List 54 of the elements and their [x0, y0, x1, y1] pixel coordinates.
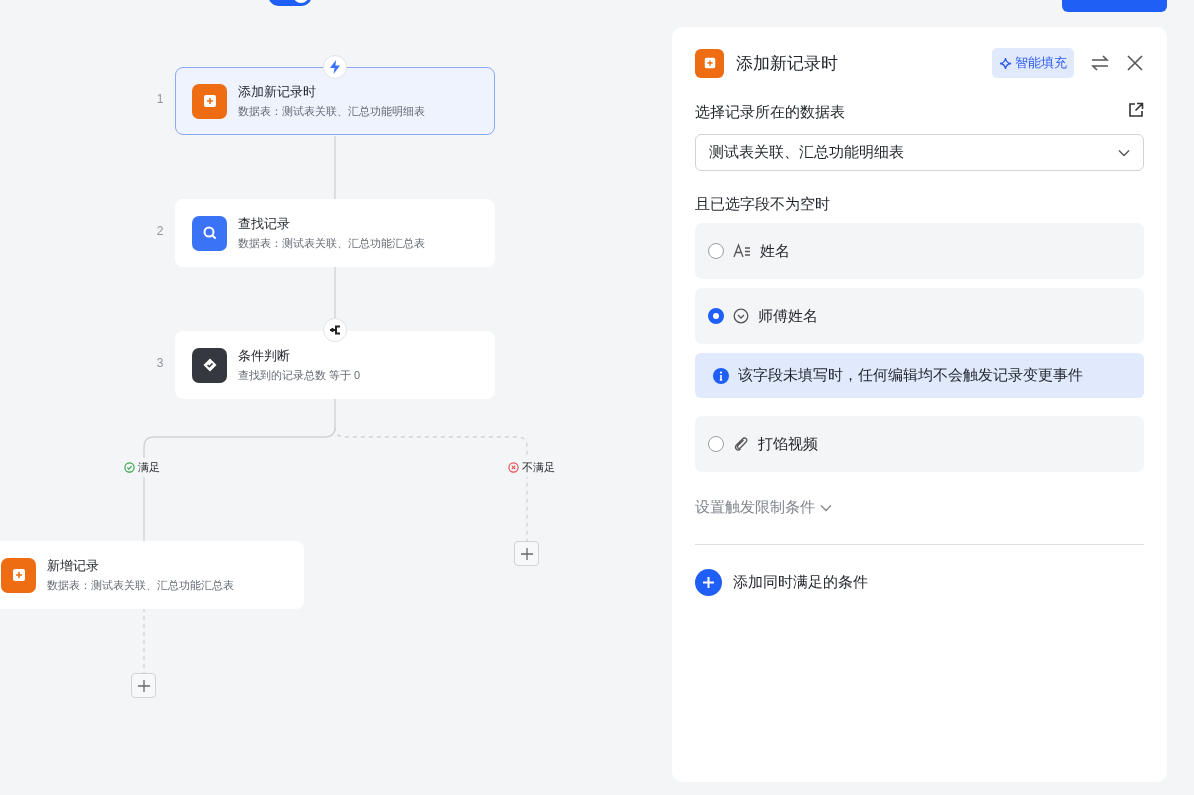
info-icon: [713, 367, 729, 384]
plus-square-icon: [695, 48, 724, 78]
close-icon[interactable]: [1126, 54, 1144, 72]
flow-node[interactable]: 新增记录 数据表：测试表关联、汇总功能汇总表: [0, 541, 304, 609]
field-option[interactable]: 姓名: [695, 223, 1144, 279]
plus-square-icon: [1, 557, 36, 593]
diamond-check-icon: [192, 347, 227, 383]
node-title: 新增记录: [47, 557, 100, 575]
radio-button[interactable]: [708, 308, 724, 324]
node-title: 添加新记录时: [238, 83, 317, 101]
panel-title: 添加新记录时: [736, 52, 839, 75]
chevron-down-icon: [820, 503, 832, 512]
step-number: 1: [155, 92, 165, 106]
radio-button[interactable]: [708, 243, 724, 259]
plus-circle-icon: [695, 569, 722, 596]
dropdown-circle-icon: [733, 308, 749, 324]
connector-icon[interactable]: [323, 318, 347, 342]
node-subtitle: 数据表：测试表关联、汇总功能汇总表: [238, 236, 425, 251]
plus-square-icon: [192, 83, 227, 119]
trigger-limit-toggle[interactable]: 设置触发限制条件: [695, 498, 832, 517]
node-subtitle: 查找到的记录总数 等于 0: [238, 368, 361, 383]
plus-icon: [519, 546, 534, 561]
paperclip-icon: [733, 436, 749, 452]
add-step-button[interactable]: [131, 673, 156, 698]
field-option[interactable]: 打馅视频: [695, 416, 1144, 472]
branch-label: 不满足: [522, 460, 555, 475]
node-subtitle: 数据表：测试表关联、汇总功能明细表: [238, 104, 425, 119]
smart-fill-button[interactable]: 智能填充: [992, 48, 1074, 78]
branch-label: 满足: [138, 460, 160, 475]
field-label: 选择记录所在的数据表: [695, 102, 845, 122]
radio-button[interactable]: [708, 436, 724, 452]
note-text: 该字段未填写时，任何编辑均不会触发记录变更事件: [738, 366, 1083, 385]
plus-icon: [136, 678, 151, 693]
cross-circle-icon: [508, 462, 519, 473]
swap-icon[interactable]: [1090, 54, 1110, 72]
field-label: 且已选字段不为空时: [695, 195, 831, 214]
flow-node[interactable]: 条件判断 查找到的记录总数 等于 0: [175, 331, 495, 399]
check-circle-icon: [124, 462, 135, 473]
sparkle-icon: [999, 56, 1012, 70]
node-subtitle: 数据表：测试表关联、汇总功能汇总表: [47, 578, 234, 593]
field-option[interactable]: 师傅姓名: [695, 288, 1144, 344]
flow-node[interactable]: 查找记录 数据表：测试表关联、汇总功能汇总表: [175, 199, 495, 267]
table-select[interactable]: 测试表关联、汇总功能明细表: [695, 134, 1144, 171]
step-number: 2: [155, 224, 165, 238]
step-number: 3: [155, 356, 165, 370]
flow-node[interactable]: 添加新记录时 数据表：测试表关联、汇总功能明细表: [175, 67, 495, 135]
text-field-icon: [733, 243, 751, 259]
node-title: 查找记录: [238, 215, 291, 233]
chevron-down-icon: [1118, 148, 1130, 157]
add-condition-button[interactable]: 添加同时满足的条件: [695, 569, 868, 596]
add-step-button[interactable]: [514, 541, 539, 566]
node-title: 条件判断: [238, 347, 291, 365]
search-icon: [192, 215, 227, 251]
lightning-icon: [323, 55, 347, 79]
